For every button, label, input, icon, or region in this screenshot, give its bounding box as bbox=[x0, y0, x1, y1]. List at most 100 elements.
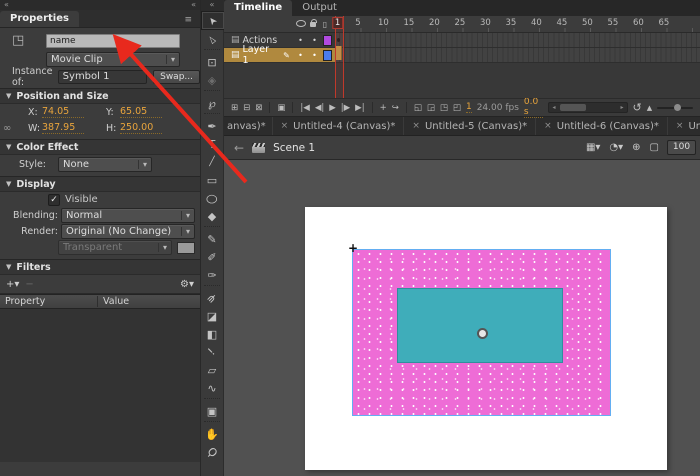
frame-ruler[interactable]: 15101520253035404550556065 bbox=[335, 16, 700, 33]
symbol-behavior-dropdown[interactable]: Movie Clip ▾ bbox=[46, 52, 180, 67]
lock-all-layers-icon[interactable] bbox=[307, 19, 319, 29]
tab-properties[interactable]: Properties bbox=[0, 11, 79, 27]
frame-ruler-number[interactable]: 1 bbox=[332, 17, 343, 29]
width-tool[interactable]: ∿ bbox=[201, 379, 223, 397]
ink-bottle-tool[interactable]: ◧ bbox=[201, 325, 223, 343]
layer-outline-color-swatch[interactable] bbox=[323, 50, 332, 61]
new-folder-button[interactable]: ⊟ bbox=[243, 101, 250, 115]
step-forward-button[interactable]: |▶ bbox=[341, 101, 350, 115]
selected-movieclip-pink-rectangle[interactable]: + bbox=[352, 249, 611, 416]
pencil-tool[interactable]: ✎ bbox=[201, 230, 223, 248]
layer-lock-dot[interactable]: • bbox=[309, 51, 320, 60]
document-tab[interactable]: ×Untitled-6 (Canvas)* bbox=[536, 117, 668, 135]
timeline-scrollbar[interactable]: ◂ ▸ bbox=[548, 102, 627, 113]
edit-multiple-frames-button[interactable]: ◳ bbox=[440, 101, 448, 115]
onion-skin-outlines-button[interactable]: ◲ bbox=[427, 101, 435, 115]
close-tab-icon[interactable]: × bbox=[281, 121, 289, 131]
collapse-panels-icon[interactable]: « bbox=[191, 1, 196, 9]
paint-brush-tool[interactable]: ✑ bbox=[201, 266, 223, 284]
w-value[interactable]: 387.95 bbox=[42, 122, 84, 134]
close-tab-icon[interactable]: × bbox=[676, 121, 684, 131]
panel-menu-icon[interactable]: ≡ bbox=[184, 13, 192, 27]
frame-ruler-number[interactable]: 40 bbox=[531, 18, 542, 28]
add-camera-button[interactable]: ▣ bbox=[277, 101, 285, 115]
frame-ruler-number[interactable]: 10 bbox=[378, 18, 389, 28]
layer-row-layer-1[interactable]: ▤Layer 1✎•• bbox=[224, 48, 335, 63]
clip-content-button[interactable]: ▢ bbox=[650, 142, 659, 153]
scroll-right-icon[interactable]: ▸ bbox=[618, 104, 627, 112]
layer-visibility-dot[interactable]: • bbox=[295, 36, 306, 45]
style-dropdown[interactable]: None ▾ bbox=[58, 157, 152, 172]
onion-skin-button[interactable]: ◱ bbox=[414, 101, 422, 115]
free-transform-tool[interactable]: ⊡ bbox=[201, 53, 223, 71]
play-button[interactable]: ▶ bbox=[329, 101, 336, 115]
y-value[interactable]: 65.05 bbox=[120, 106, 162, 118]
frame-ruler-number[interactable]: 30 bbox=[480, 18, 491, 28]
eyedropper-tool[interactable]: ¡ bbox=[201, 343, 223, 361]
frame-ruler-number[interactable]: 65 bbox=[659, 18, 670, 28]
go-last-frame-button[interactable]: ▶| bbox=[355, 101, 364, 115]
center-stage-button[interactable]: ⊕ bbox=[632, 142, 640, 153]
instance-name-input[interactable] bbox=[46, 34, 180, 48]
filter-options-button[interactable]: ⚙▾ bbox=[180, 279, 194, 290]
close-tab-icon[interactable]: × bbox=[544, 121, 552, 131]
frames-row-actions[interactable] bbox=[335, 33, 700, 48]
section-position-and-size[interactable]: ▼ Position and Size bbox=[0, 88, 200, 104]
frame-ruler-number[interactable]: 45 bbox=[557, 18, 568, 28]
section-display[interactable]: ▼ Display bbox=[0, 176, 200, 192]
lasso-tool[interactable]: ℘ bbox=[201, 94, 223, 112]
line-tool[interactable]: ╱ bbox=[201, 153, 223, 171]
back-arrow-icon[interactable]: ← bbox=[234, 141, 244, 155]
frame-ruler-number[interactable]: 50 bbox=[582, 18, 593, 28]
step-back-button[interactable]: ◀| bbox=[315, 101, 324, 115]
add-filter-button[interactable]: +▾ bbox=[6, 279, 19, 290]
h-value[interactable]: 250.00 bbox=[120, 122, 162, 134]
go-first-frame-button[interactable]: |◀ bbox=[300, 101, 309, 115]
timeline-zoom-slider[interactable] bbox=[657, 107, 693, 109]
x-value[interactable]: 74.05 bbox=[42, 106, 84, 118]
show-hide-all-layers-icon[interactable] bbox=[295, 20, 307, 29]
frame-ruler-number[interactable]: 15 bbox=[404, 18, 415, 28]
new-layer-button[interactable]: ⊞ bbox=[231, 101, 238, 115]
document-tab-partial[interactable]: anvas)* bbox=[224, 117, 273, 135]
instance-of-field[interactable]: Symbol 1 bbox=[58, 70, 147, 84]
close-tab-icon[interactable]: × bbox=[412, 121, 420, 131]
layer-visibility-dot[interactable]: • bbox=[295, 51, 306, 60]
swap-button[interactable]: Swap... bbox=[153, 70, 200, 84]
eraser-tool[interactable]: ▱ bbox=[201, 361, 223, 379]
loop-playback-button[interactable]: ↪ bbox=[392, 101, 399, 115]
polystar-tool[interactable]: ◆ bbox=[201, 207, 223, 225]
layer-name[interactable]: Layer 1 bbox=[243, 44, 278, 66]
document-tab[interactable]: ×Untitled-4 (Canvas)* bbox=[273, 117, 405, 135]
edit-scene-button[interactable]: ▦▾ bbox=[586, 142, 600, 153]
modify-markers-button[interactable]: ◰ bbox=[453, 101, 461, 115]
edit-symbols-button[interactable]: ◔▾ bbox=[609, 142, 623, 153]
stage[interactable]: + bbox=[305, 207, 667, 470]
layer-row-actions[interactable]: ▤Actions•• bbox=[224, 33, 335, 48]
collapse-panels-icon[interactable]: « bbox=[4, 1, 9, 9]
paint-bucket-tool[interactable]: ◪ bbox=[201, 307, 223, 325]
frames-area[interactable]: 15101520253035404550556065 bbox=[335, 16, 700, 98]
stage-pasteboard[interactable]: + bbox=[224, 160, 700, 476]
selection-tool[interactable]: ➤ bbox=[201, 11, 225, 30]
hand-tool[interactable]: ✋ bbox=[201, 425, 223, 443]
frame-ruler-number[interactable]: 5 bbox=[355, 18, 360, 28]
section-color-effect[interactable]: ▼ Color Effect bbox=[0, 139, 200, 155]
frame-ruler-number[interactable]: 25 bbox=[455, 18, 466, 28]
text-tool[interactable]: T bbox=[201, 135, 223, 153]
link-width-height-icon[interactable]: ∞ bbox=[3, 123, 13, 134]
frame-rate-value[interactable]: 24.00 fps bbox=[477, 103, 519, 113]
brush-tool[interactable]: ✐ bbox=[201, 248, 223, 266]
elapsed-time-value[interactable]: 0.0 s bbox=[524, 97, 544, 118]
tab-output[interactable]: Output bbox=[292, 0, 347, 16]
section-filters[interactable]: ▼ Filters bbox=[0, 259, 200, 275]
frame-ruler-number[interactable]: 20 bbox=[429, 18, 440, 28]
oval-tool[interactable]: ○ bbox=[201, 189, 223, 207]
zoom-tool[interactable]: Ϙ bbox=[201, 443, 223, 461]
frames-row-layer1[interactable] bbox=[335, 48, 700, 63]
layer-lock-dot[interactable]: • bbox=[309, 36, 320, 45]
center-frame-button[interactable]: + bbox=[380, 101, 387, 115]
delete-layer-button[interactable]: ⊠ bbox=[255, 101, 262, 115]
tab-timeline[interactable]: Timeline bbox=[224, 0, 292, 16]
pen-tool[interactable]: ✒ bbox=[201, 117, 223, 135]
